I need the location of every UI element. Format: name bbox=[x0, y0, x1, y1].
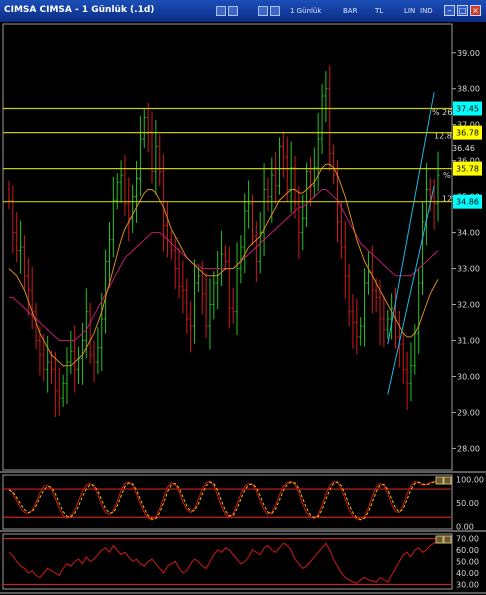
channel-label-2: 36.46 bbox=[452, 144, 475, 153]
price-tick-label-6: 33.00 bbox=[457, 265, 480, 274]
panel-settings-icon bbox=[435, 535, 444, 544]
level-label-0: 37.45 bbox=[456, 105, 479, 114]
toolbar-bar-type[interactable]: BAR bbox=[343, 7, 357, 15]
toolbar-currency[interactable]: TL bbox=[375, 7, 383, 15]
price-tick-label-8: 31.00 bbox=[457, 337, 480, 346]
rsi-tick-label-0: 70.00 bbox=[456, 535, 479, 544]
price-tick-label-11: 28.00 bbox=[457, 444, 480, 453]
rsi-tick-label-4: 30.00 bbox=[456, 580, 479, 589]
panel-close-icon bbox=[443, 476, 452, 485]
toolbar-indicator[interactable]: IND bbox=[420, 7, 433, 15]
oscillator-tick-label-1: 50.00 bbox=[456, 499, 479, 508]
close-icon[interactable]: × bbox=[470, 5, 481, 16]
chart-type-icon[interactable] bbox=[216, 6, 226, 16]
draw-line-icon[interactable] bbox=[258, 6, 268, 16]
price-tick-label-0: 39.00 bbox=[457, 49, 480, 58]
rsi-tick-label-1: 60.00 bbox=[456, 546, 479, 555]
level-label-3: 34.86 bbox=[456, 198, 479, 207]
oscillator-tick-label-2: 0.00 bbox=[456, 523, 474, 532]
price-tick-label-9: 30.00 bbox=[457, 372, 480, 381]
toolbar-scale[interactable]: LIN bbox=[404, 7, 415, 15]
minimize-icon[interactable]: – bbox=[444, 5, 455, 16]
panel-close-icon bbox=[443, 535, 452, 544]
price-tick-label-7: 32.00 bbox=[457, 301, 480, 310]
panel-settings-icon bbox=[435, 476, 444, 485]
rsi-tick-label-3: 40.00 bbox=[456, 569, 479, 578]
indicator-icon[interactable] bbox=[270, 6, 280, 16]
price-tick-label-5: 34.00 bbox=[457, 229, 480, 238]
window-title-bar: CIMSA CIMSA - 1 Günlük (.1d) 1 Günlük BA… bbox=[0, 0, 486, 23]
oscillator-tick-label-0: 100.00 bbox=[456, 476, 484, 485]
window-title: CIMSA CIMSA - 1 Günlük (.1d) bbox=[4, 5, 155, 15]
chart-area: 39.0038.0037.0036.0035.0034.0033.0032.00… bbox=[0, 22, 486, 595]
price-tick-label-1: 38.00 bbox=[457, 85, 480, 94]
level-label-1: 36.78 bbox=[456, 129, 479, 138]
toolbar-period[interactable]: 1 Günlük bbox=[290, 7, 321, 15]
rsi-tick-label-2: 50.00 bbox=[456, 558, 479, 567]
zoom-icon[interactable] bbox=[228, 6, 238, 16]
channel-label-3: % bbox=[443, 171, 451, 180]
price-tick-label-10: 29.00 bbox=[457, 408, 480, 417]
maximize-icon[interactable]: □ bbox=[457, 5, 468, 16]
level-label-2: 35.78 bbox=[456, 165, 479, 174]
channel-label-0: % 26 bbox=[432, 108, 452, 117]
